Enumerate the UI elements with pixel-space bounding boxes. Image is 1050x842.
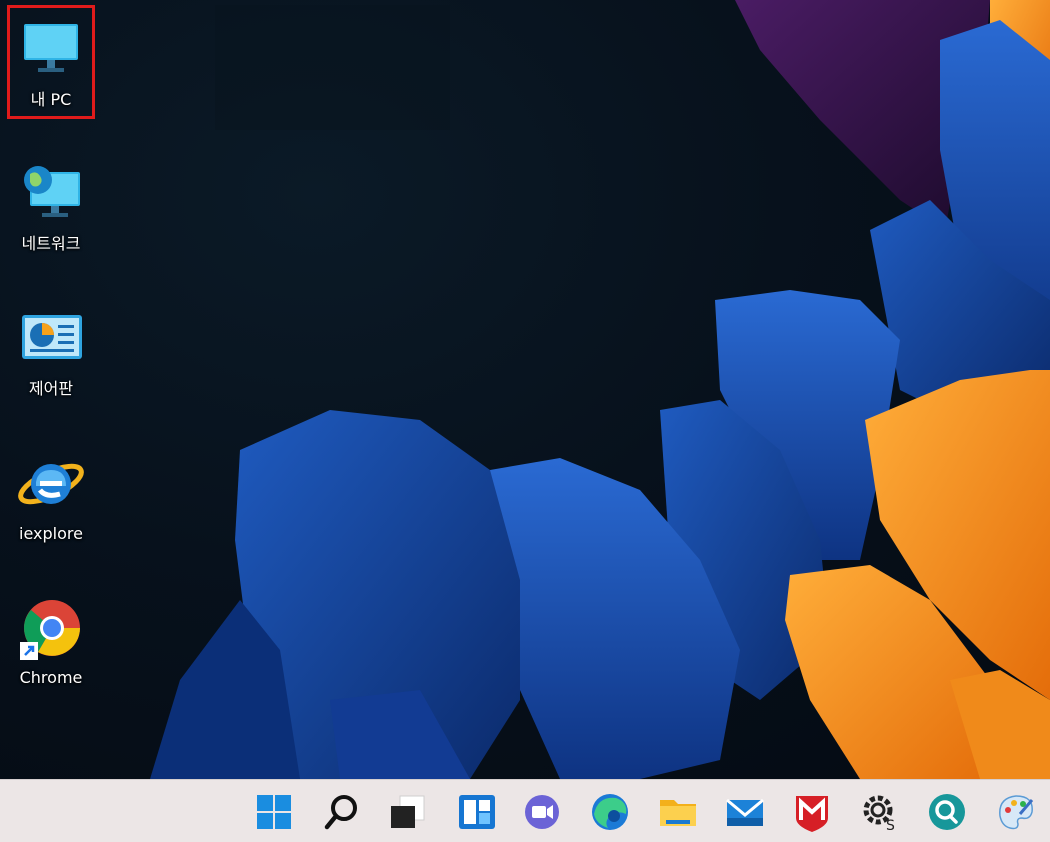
settings-icon[interactable]: S	[858, 790, 902, 834]
chrome-shortcut-icon	[16, 592, 86, 662]
windows-start-icon[interactable]	[252, 790, 296, 834]
widgets-icon[interactable]	[455, 790, 499, 834]
task-view-icon[interactable]	[386, 790, 430, 834]
desktop-icon-label: Chrome	[19, 668, 83, 687]
control-panel-icon	[16, 303, 86, 373]
edge-icon[interactable]	[588, 790, 632, 834]
desktop-icon-label: iexplore	[19, 524, 83, 543]
internet-explorer-icon	[16, 448, 86, 518]
taskbar: S	[0, 779, 1050, 842]
desktop-icon-label: 네트워크	[21, 234, 81, 253]
svg-text:S: S	[886, 818, 895, 834]
desktop-icon-iexplore[interactable]: iexplore	[8, 440, 94, 552]
desktop-icon-label: 제어판	[28, 379, 74, 398]
teams-chat-icon[interactable]	[520, 790, 564, 834]
search-icon[interactable]	[320, 790, 364, 834]
mcafee-icon[interactable]	[790, 790, 834, 834]
paint-icon[interactable]	[994, 790, 1038, 834]
network-globe-icon	[16, 158, 86, 228]
desktop-icon-network[interactable]: 네트워크	[8, 150, 94, 262]
desktop[interactable]: 내 PC 네트워크 제어판 iexplore Chrome	[0, 0, 1050, 779]
mail-icon[interactable]	[723, 790, 767, 834]
wallpaper-image	[150, 0, 1050, 779]
file-explorer-icon[interactable]	[656, 790, 700, 834]
desktop-icon-chrome[interactable]: Chrome	[8, 584, 94, 696]
desktop-icon-control-panel[interactable]: 제어판	[8, 295, 94, 407]
monitor-icon	[16, 14, 86, 84]
desktop-icon-my-pc[interactable]: 내 PC	[7, 5, 95, 119]
desktop-icon-label: 내 PC	[30, 90, 72, 109]
quick-assist-icon[interactable]	[925, 790, 969, 834]
